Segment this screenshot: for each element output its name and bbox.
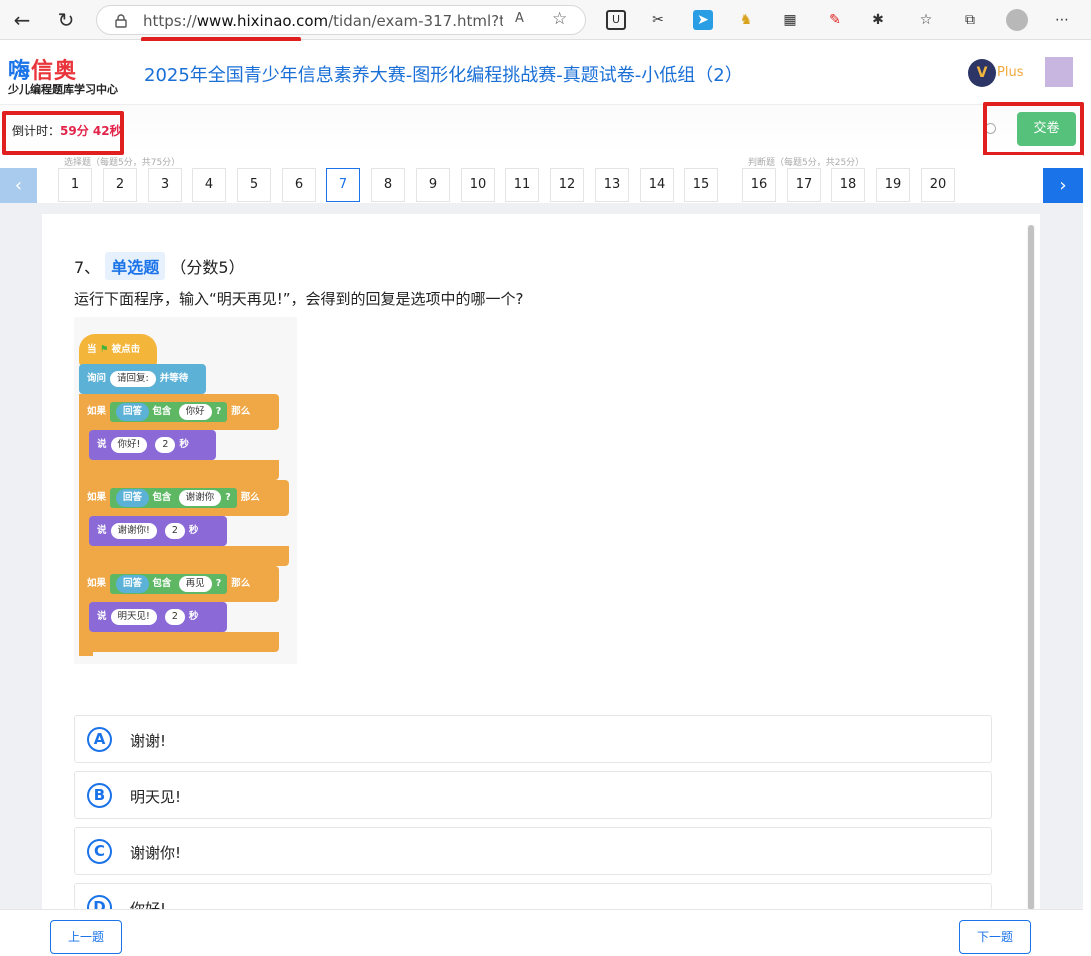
pager-bar: 上一题 下一题 [0,909,1083,956]
ask-and-wait-block: 询问 请回复: 并等待 [79,364,206,394]
nav-next-arrow[interactable]: › [1043,168,1083,203]
plus-badge-icon[interactable]: V [968,59,996,87]
question-type-badge: 单选题 [105,252,166,280]
if-label-3: 如果 回答 包含 再见? 那么 [79,571,250,597]
if-block-1: 如果 回答 包含 你好? 那么 说你好! 2 秒 [79,394,279,484]
question-nav-button[interactable]: 19 [876,168,910,202]
screenshot-icon[interactable]: ⧉ [960,10,980,30]
extension-telegram-icon[interactable]: ➤ [693,10,713,30]
question-nav-button[interactable]: 2 [103,168,137,202]
say-block-2: 说谢谢你! 2 秒 [89,516,227,546]
question-nav-button[interactable]: 9 [416,168,450,202]
reload-icon[interactable]: ↻ [54,8,78,32]
option-text: 谢谢! [130,732,167,750]
question-nav-button[interactable]: 4 [192,168,226,202]
option-text: 明天见! [130,788,182,806]
when-flag-clicked-block: 当 ⚑ 被点击 [79,334,157,366]
question-nav-button[interactable]: 16 [742,168,776,202]
next-question-button[interactable]: 下一题 [959,920,1031,954]
option-letter: D [87,895,112,909]
say-block-3: 说明天见! 2 秒 [89,602,227,632]
more-menu-icon[interactable]: ⋯ [1052,10,1072,30]
question-nav-button[interactable]: 6 [282,168,316,202]
option-letter: C [87,839,112,864]
question-header: 7、 单选题 （分数5） [74,252,245,280]
question-nav-button[interactable]: 1 [58,168,92,202]
question-nav-button[interactable]: 8 [371,168,405,202]
favorite-star-icon[interactable]: ☆ [552,9,567,29]
judge-section-label: 判断题（每题5分，共25分） [748,158,865,168]
profile-avatar-icon[interactable] [1006,9,1028,31]
timer-highlight-box [2,111,124,155]
question-nav-button[interactable]: 18 [831,168,865,202]
url-text: https://www.hixinao.com/tidan/exam-317.h… [143,12,503,30]
address-bar[interactable]: https://www.hixinao.com/tidan/exam-317.h… [96,5,586,35]
answer-option[interactable]: D 你好! [74,883,992,909]
prev-question-button[interactable]: 上一题 [50,920,122,954]
question-nav-button[interactable]: 13 [595,168,629,202]
question-nav-button[interactable]: 5 [237,168,271,202]
extensions-puzzle-icon[interactable]: ✱ [868,10,888,30]
question-nav-button[interactable]: 17 [787,168,821,202]
answer-option[interactable]: A 谢谢! [74,715,992,763]
question-nav-button[interactable]: 15 [684,168,718,202]
question-nav: 选择题（每题5分，共75分） 判断题（每题5分，共25分） ‹ 12345678… [0,155,1083,203]
answer-option[interactable]: C 谢谢你! [74,827,992,875]
question-number: 7、 [74,258,101,277]
answer-option[interactable]: B 明天见! [74,771,992,819]
scratch-code-image: 当 ⚑ 被点击 询问 请回复: 并等待 如果 回答 包含 你好? 那么 说你好! 2 秒 如… [74,317,297,664]
user-avatar[interactable] [1045,57,1073,87]
question-nav-button[interactable]: 3 [148,168,182,202]
question-nav-button[interactable]: 12 [550,168,584,202]
green-flag-icon: ⚑ [99,344,109,355]
question-text: 运行下面程序，输入“明天再见!”，会得到的回复是选项中的哪一个? [74,290,524,308]
extension-shield-icon[interactable]: U [606,10,626,30]
question-nav-button[interactable]: 14 [640,168,674,202]
choice-section-label: 选择题（每题5分，共75分） [64,158,181,168]
option-text: 你好! [130,900,167,909]
extension-pen-icon[interactable]: ✎ [825,10,845,30]
extension-tiger-icon[interactable]: ♞ [736,10,756,30]
submit-highlight-box [983,102,1084,156]
back-icon[interactable]: ← [10,8,34,32]
if-block-3: 如果 回答 包含 再见? 那么 说明天见! 2 秒 [79,566,279,656]
lock-icon [115,14,127,28]
question-score: （分数5） [170,258,245,277]
plus-label[interactable]: Plus [997,65,1023,80]
option-letter: A [87,727,112,752]
if-label-1: 如果 回答 包含 你好? 那么 [79,399,250,425]
site-header: 嗨信奥 少儿编程题库学习中心 2025年全国青少年信息素养大赛-图形化编程挑战赛… [0,41,1083,105]
option-text: 谢谢你! [130,844,182,862]
question-nav-button[interactable]: 7 [326,168,360,202]
if-block-2: 如果 回答 包含 谢谢你? 那么 说谢谢你! 2 秒 [79,480,289,570]
question-nav-button[interactable]: 11 [505,168,539,202]
browser-toolbar: ← ↻ https://www.hixinao.com/tidan/exam-3… [0,0,1091,42]
timer-row: 倒计时：59分 42秒 [0,105,1083,155]
question-nav-button[interactable]: 20 [921,168,955,202]
scrollbar-thumb[interactable] [1028,225,1034,910]
extension-scissors-icon[interactable]: ✂ [648,10,668,30]
extension-qr-icon[interactable]: ▦ [780,10,800,30]
option-letter: B [87,783,112,808]
say-block-1: 说你好! 2 秒 [89,430,216,460]
favorites-icon[interactable]: ☆ [916,10,936,30]
page-title: 2025年全国青少年信息素养大赛-图形化编程挑战赛-真题试卷-小低组（2） [144,65,743,86]
if-label-2: 如果 回答 包含 谢谢你? 那么 [79,485,260,511]
read-aloud-icon[interactable]: A [515,11,524,26]
nav-prev-arrow[interactable]: ‹ [0,168,37,203]
question-nav-button[interactable]: 10 [461,168,495,202]
site-logo-subtitle: 少儿编程题库学习中心 [8,83,118,96]
